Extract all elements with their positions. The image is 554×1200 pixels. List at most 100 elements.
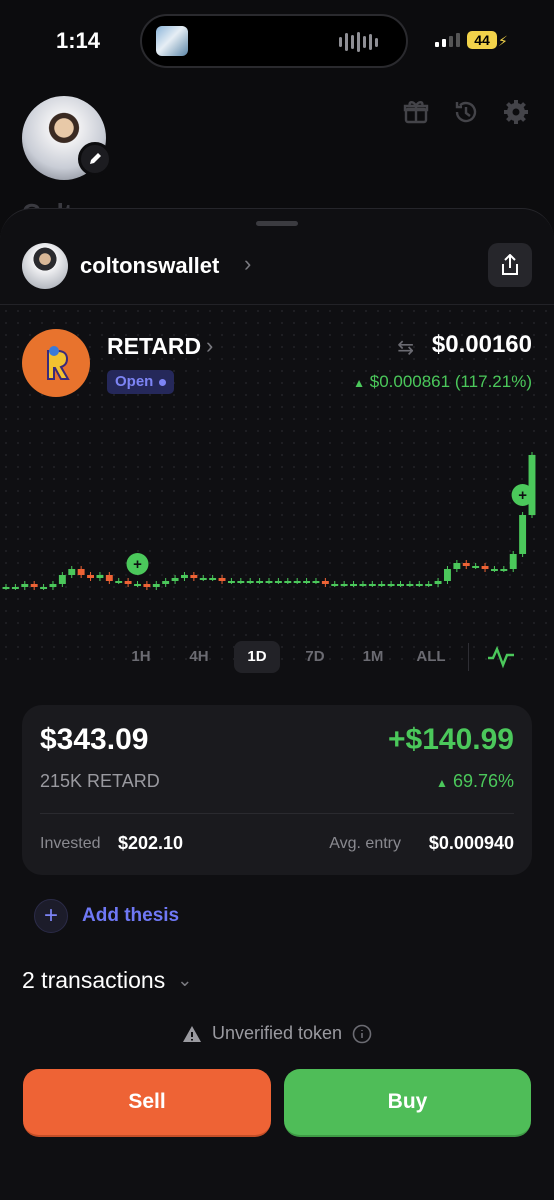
candle: [199, 578, 207, 580]
sell-button[interactable]: Sell: [23, 1069, 271, 1137]
now-playing-thumbnail: [156, 26, 188, 56]
gear-icon[interactable]: [502, 98, 530, 126]
wallet-header[interactable]: coltonswallet ›: [22, 241, 532, 291]
candle: [49, 584, 57, 587]
candle: [434, 581, 442, 584]
position-value: $343.09: [40, 723, 149, 756]
token-logo-icon: [47, 346, 70, 380]
candle: [190, 575, 198, 578]
battery-indicator: 44: [467, 31, 497, 49]
sheet-grabber[interactable]: [256, 221, 298, 226]
candle: [528, 455, 536, 515]
token-logo: [22, 329, 90, 397]
candle: [274, 581, 282, 583]
candle: [265, 581, 273, 583]
candle: [218, 578, 226, 581]
pnl-percent-value: 69.76%: [452, 771, 514, 791]
price-change: ▲ $0.000861 (117.21%): [353, 372, 532, 392]
candle: [406, 584, 414, 586]
unverified-label: Unverified token: [211, 1023, 343, 1043]
candle: [162, 581, 170, 584]
candle: [227, 581, 235, 583]
candle: [40, 587, 48, 589]
candle: [368, 584, 376, 586]
add-thesis-button[interactable]: + Add thesis: [34, 899, 179, 933]
edit-avatar-button[interactable]: [78, 142, 112, 176]
candle: [425, 584, 433, 586]
audio-wave-icon: [339, 32, 378, 52]
warning-icon: [182, 1025, 201, 1042]
chart-style-toggle[interactable]: [486, 643, 516, 671]
candle: [490, 569, 498, 571]
clock: 1:14: [56, 28, 101, 53]
info-icon[interactable]: [352, 1024, 372, 1044]
candle: [481, 566, 489, 569]
add-thesis-label: Add thesis: [82, 905, 180, 926]
token-sheet: coltonswallet › + + RETARD › Open ⇆ $0.00…: [0, 208, 554, 1200]
candle: [30, 584, 38, 587]
transactions-label: 2 transactions: [22, 967, 166, 993]
status-dot: [159, 378, 167, 386]
chevron-right-icon: ›: [244, 251, 252, 276]
candle: [237, 581, 245, 583]
candle: [105, 575, 113, 581]
candle: [415, 584, 423, 586]
candle: [152, 584, 160, 587]
history-icon[interactable]: [452, 98, 480, 126]
buy-button[interactable]: Buy: [284, 1069, 531, 1137]
candle: [293, 581, 301, 583]
candle: [472, 566, 480, 568]
share-icon: [502, 254, 518, 275]
buy-marker-plus-icon: +: [133, 556, 142, 573]
timeframe-all[interactable]: ALL: [408, 641, 454, 673]
gift-icon[interactable]: [402, 98, 430, 126]
timeframe-7d[interactable]: 7D: [292, 641, 338, 673]
candle: [500, 569, 508, 571]
candle: [68, 569, 76, 575]
position-card: $343.09 +$140.99 215K RETARD ▲ 69.76% In…: [22, 705, 532, 875]
dynamic-island[interactable]: [140, 14, 408, 68]
candle: [77, 569, 85, 575]
transactions-toggle[interactable]: 2 transactions ⌄: [22, 967, 192, 994]
profile-actions: [402, 98, 530, 126]
token-price: $0.00160: [431, 331, 532, 358]
candle: [124, 581, 132, 584]
timeframe-divider: [468, 643, 469, 671]
candle: [387, 584, 395, 586]
candle: [181, 575, 188, 578]
swap-arrows-icon[interactable]: ⇆: [397, 335, 414, 360]
candle: [340, 584, 348, 586]
candle: [462, 563, 470, 566]
timeframe-1h[interactable]: 1H: [118, 641, 164, 673]
candle: [397, 584, 404, 586]
avg-entry-label: Avg. entry: [329, 835, 401, 852]
avg-entry-value: $0.000940: [428, 833, 514, 853]
candle: [256, 581, 264, 583]
line-chart-icon: [488, 645, 514, 669]
timeframe-1d[interactable]: 1D: [234, 641, 280, 673]
price-change-value: $0.000861 (117.21%): [369, 372, 532, 391]
token-symbol[interactable]: RETARD: [107, 333, 201, 360]
candle: [350, 584, 357, 586]
candle: [246, 581, 254, 583]
share-button[interactable]: [488, 243, 532, 287]
unverified-warning: Unverified token: [0, 1023, 554, 1044]
candle: [209, 578, 217, 580]
candle: [509, 554, 517, 569]
pencil-icon: [90, 153, 101, 164]
candle: [2, 587, 10, 589]
position-pnl: +$140.99: [388, 723, 514, 756]
position-amount: 215K RETARD: [40, 771, 160, 791]
candle: [58, 575, 66, 584]
timeframe-1m[interactable]: 1M: [350, 641, 396, 673]
candle: [331, 584, 339, 586]
candle: [359, 584, 367, 586]
candle: [444, 569, 451, 581]
candle: [134, 584, 141, 586]
candle: [96, 575, 104, 578]
timeframe-4h[interactable]: 4H: [176, 641, 222, 673]
timeframe-selector: 1H 4H 1D 7D 1M ALL: [118, 641, 454, 673]
candle: [11, 587, 19, 589]
plus-icon: +: [34, 899, 68, 933]
candle: [115, 581, 123, 583]
